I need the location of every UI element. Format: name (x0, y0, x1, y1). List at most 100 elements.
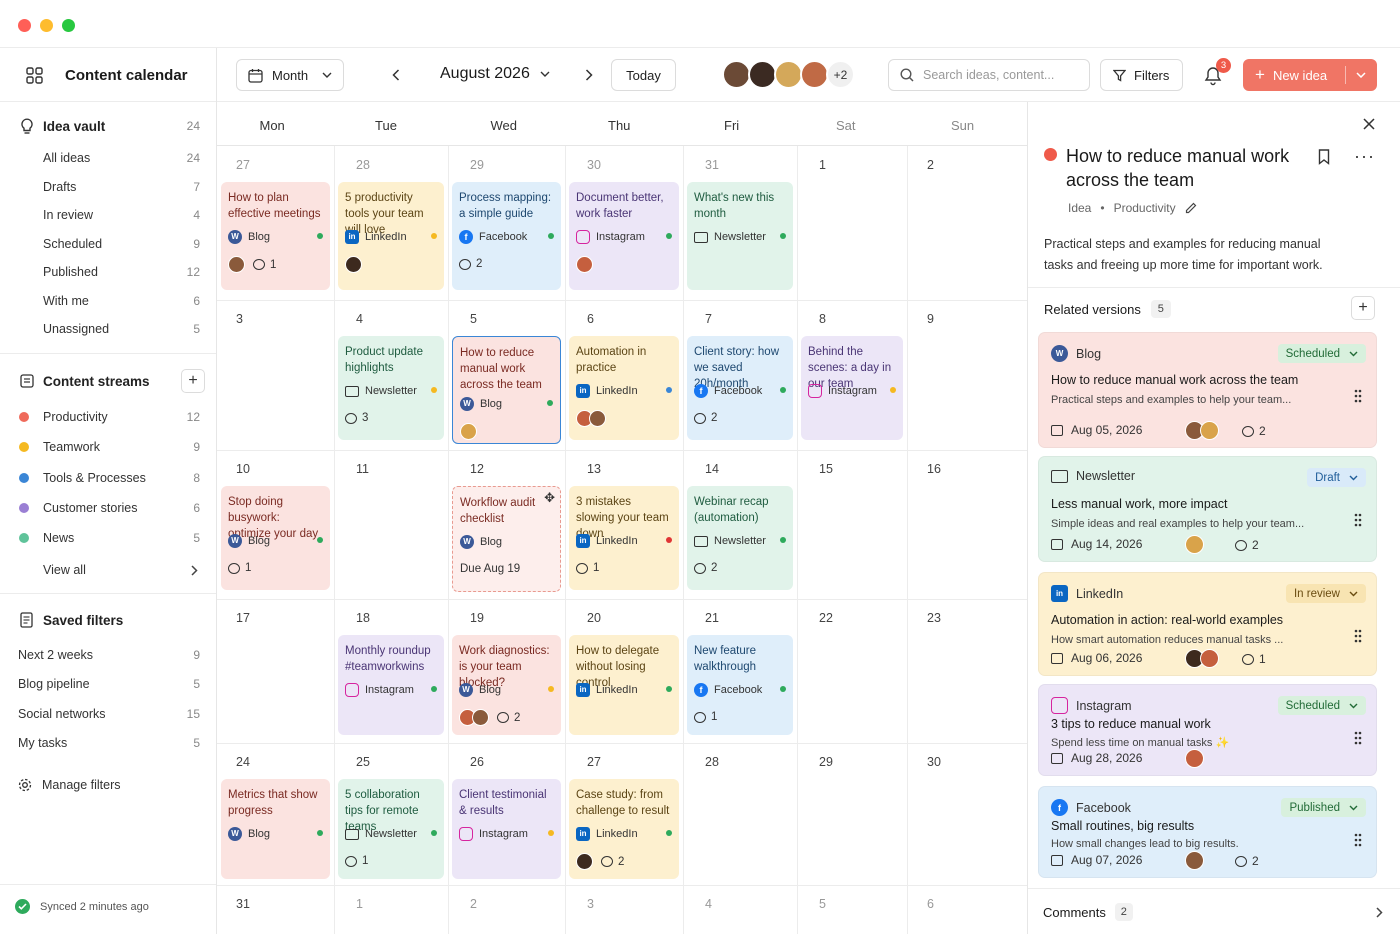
day-number[interactable]: 26 (470, 755, 484, 769)
view-all-streams-link[interactable]: View all (0, 558, 216, 582)
version-card[interactable]: f Facebook Published Small routines, big re… (1038, 786, 1377, 878)
day-number[interactable]: 20 (587, 611, 601, 625)
drag-handle-icon[interactable] (1354, 513, 1362, 527)
day-number[interactable]: 22 (819, 611, 833, 625)
add-stream-button[interactable]: + (181, 369, 205, 393)
calendar-card[interactable]: How to plan effective meetings W Blog 1 (221, 182, 330, 290)
day-number[interactable]: 1 (356, 897, 363, 911)
day-number[interactable]: 5 (819, 897, 826, 911)
drag-handle-icon[interactable] (1354, 629, 1362, 643)
move-icon[interactable]: ✥ (544, 490, 555, 506)
day-number[interactable]: 1 (819, 158, 826, 172)
day-number[interactable]: 12 (470, 462, 484, 476)
calendar-card[interactable]: Document better, work faster Instagram (569, 182, 679, 290)
day-number[interactable]: 13 (587, 462, 601, 476)
day-number[interactable]: 14 (705, 462, 719, 476)
day-number[interactable]: 6 (927, 897, 934, 911)
apps-grid-icon[interactable] (26, 67, 43, 84)
sidebar-section-idea-vault[interactable]: Idea vault 24 (0, 114, 216, 138)
notifications-button[interactable]: 3 (1202, 58, 1231, 86)
calendar-card[interactable]: Case study: from challenge to result in Li… (569, 779, 679, 879)
drag-handle-icon[interactable] (1354, 389, 1362, 403)
stream-item[interactable]: News 5 (0, 526, 216, 550)
saved-filter-item[interactable]: Next 2 weeks 9 (0, 643, 216, 667)
calendar-card[interactable]: 3 mistakes slowing your team down in Linke… (569, 486, 679, 590)
day-number[interactable]: 7 (705, 312, 712, 326)
pencil-icon[interactable] (1185, 202, 1197, 214)
calendar-card[interactable]: How to delegate without losing control in… (569, 635, 679, 735)
calendar-card[interactable]: Behind the scenes: a day in our team Inst… (801, 336, 903, 440)
next-month-button[interactable] (585, 69, 593, 81)
calendar-card[interactable]: 5 collaboration tips for remote teams New… (338, 779, 444, 879)
search-input[interactable]: Search ideas, content... (923, 68, 1054, 82)
calendar-card[interactable]: How to reduce manual work across the tea… (452, 336, 561, 444)
manage-filters-link[interactable]: Manage filters (0, 773, 216, 797)
chevron-down-icon[interactable] (1356, 72, 1366, 78)
view-selector[interactable]: Month (236, 59, 344, 91)
day-number[interactable]: 11 (356, 462, 369, 476)
day-number[interactable]: 18 (356, 611, 370, 625)
stream-item[interactable]: Tools & Processes 8 (0, 466, 216, 490)
day-number[interactable]: 8 (819, 312, 826, 326)
calendar-card[interactable]: Webinar recap (automation) Newsletter 2 (687, 486, 793, 590)
day-number[interactable]: 27 (587, 755, 601, 769)
day-number[interactable]: 16 (927, 462, 941, 476)
day-number[interactable]: 29 (470, 158, 484, 172)
close-icon[interactable] (1363, 118, 1375, 130)
calendar-card[interactable]: Work diagnostics: is your team blocked? W… (452, 635, 561, 735)
version-card[interactable]: Newsletter Draft Less manual work, more im… (1038, 456, 1377, 562)
day-number[interactable]: 4 (705, 897, 712, 911)
day-number[interactable]: 30 (587, 158, 601, 172)
version-card[interactable]: in LinkedIn In review Automation in action:… (1038, 572, 1377, 676)
sidebar-item-published[interactable]: Published 12 (0, 260, 216, 284)
day-number[interactable]: 27 (236, 158, 250, 172)
sidebar-section-saved-filters[interactable]: Saved filters (0, 608, 216, 632)
calendar-card[interactable]: Process mapping: a simple guide f Facebook… (452, 182, 561, 290)
calendar-card[interactable]: Client story: how we saved 20h/month f Fac… (687, 336, 793, 440)
previous-month-button[interactable] (392, 69, 400, 81)
calendar-card[interactable]: Product update highlights Newsletter 3 (338, 336, 444, 440)
bookmark-icon[interactable] (1318, 149, 1330, 165)
day-number[interactable]: 28 (356, 158, 370, 172)
day-number[interactable]: 31 (236, 897, 250, 911)
calendar-card[interactable]: Stop doing busywork: optimize your day W B… (221, 486, 330, 590)
add-version-button[interactable]: + (1351, 296, 1375, 320)
calendar-card[interactable]: What's new this month Newsletter (687, 182, 793, 290)
saved-filter-item[interactable]: My tasks 5 (0, 731, 216, 755)
day-number[interactable]: 6 (587, 312, 594, 326)
day-number[interactable]: 19 (470, 611, 484, 625)
day-number[interactable]: 10 (236, 462, 250, 476)
calendar-card[interactable]: Metrics that show progress W Blog (221, 779, 330, 879)
saved-filter-item[interactable]: Blog pipeline 5 (0, 672, 216, 696)
day-number[interactable]: 9 (927, 312, 934, 326)
version-status-dropdown[interactable]: Scheduled (1277, 696, 1366, 715)
sidebar-item-in-review[interactable]: In review 4 (0, 203, 216, 227)
more-options-icon[interactable]: ··· (1354, 146, 1375, 167)
calendar-card[interactable]: Client testimonial & results Instagram (452, 779, 561, 879)
day-number[interactable]: 30 (927, 755, 941, 769)
day-number[interactable]: 2 (927, 158, 934, 172)
saved-filter-item[interactable]: Social networks 15 (0, 702, 216, 726)
calendar-card[interactable]: Automation in practice in LinkedIn (569, 336, 679, 440)
calendar-card[interactable]: Monthly roundup #teamworkwins Instagram (338, 635, 444, 735)
day-number[interactable]: 23 (927, 611, 941, 625)
collaborators-avatars[interactable]: +2 (722, 60, 855, 89)
day-number[interactable]: 25 (356, 755, 370, 769)
sidebar-item-all-ideas[interactable]: All ideas 24 (0, 146, 216, 170)
version-status-dropdown[interactable]: Published (1281, 798, 1366, 817)
sidebar-item-with-me[interactable]: With me 6 (0, 289, 216, 313)
version-card[interactable]: Instagram Scheduled 3 tips to reduce manua… (1038, 684, 1377, 776)
stream-item[interactable]: Productivity 12 (0, 405, 216, 429)
stream-item[interactable]: Teamwork 9 (0, 435, 216, 459)
period-selector[interactable]: August 2026 (440, 65, 550, 83)
day-number[interactable]: 31 (705, 158, 719, 172)
sidebar-item-unassigned[interactable]: Unassigned 5 (0, 317, 216, 341)
version-card[interactable]: W Blog Scheduled How to reduce manual work … (1038, 332, 1377, 448)
day-number[interactable]: 24 (236, 755, 250, 769)
minimize-window-button[interactable] (40, 19, 53, 32)
calendar-card[interactable]: Workflow audit checklist W Blog ✥ Due Aug 19 (452, 486, 561, 592)
filters-button[interactable]: Filters (1100, 59, 1183, 91)
version-status-dropdown[interactable]: In review (1285, 584, 1366, 603)
version-status-dropdown[interactable]: Draft (1307, 468, 1366, 487)
search-box[interactable]: Search ideas, content... (888, 59, 1090, 91)
